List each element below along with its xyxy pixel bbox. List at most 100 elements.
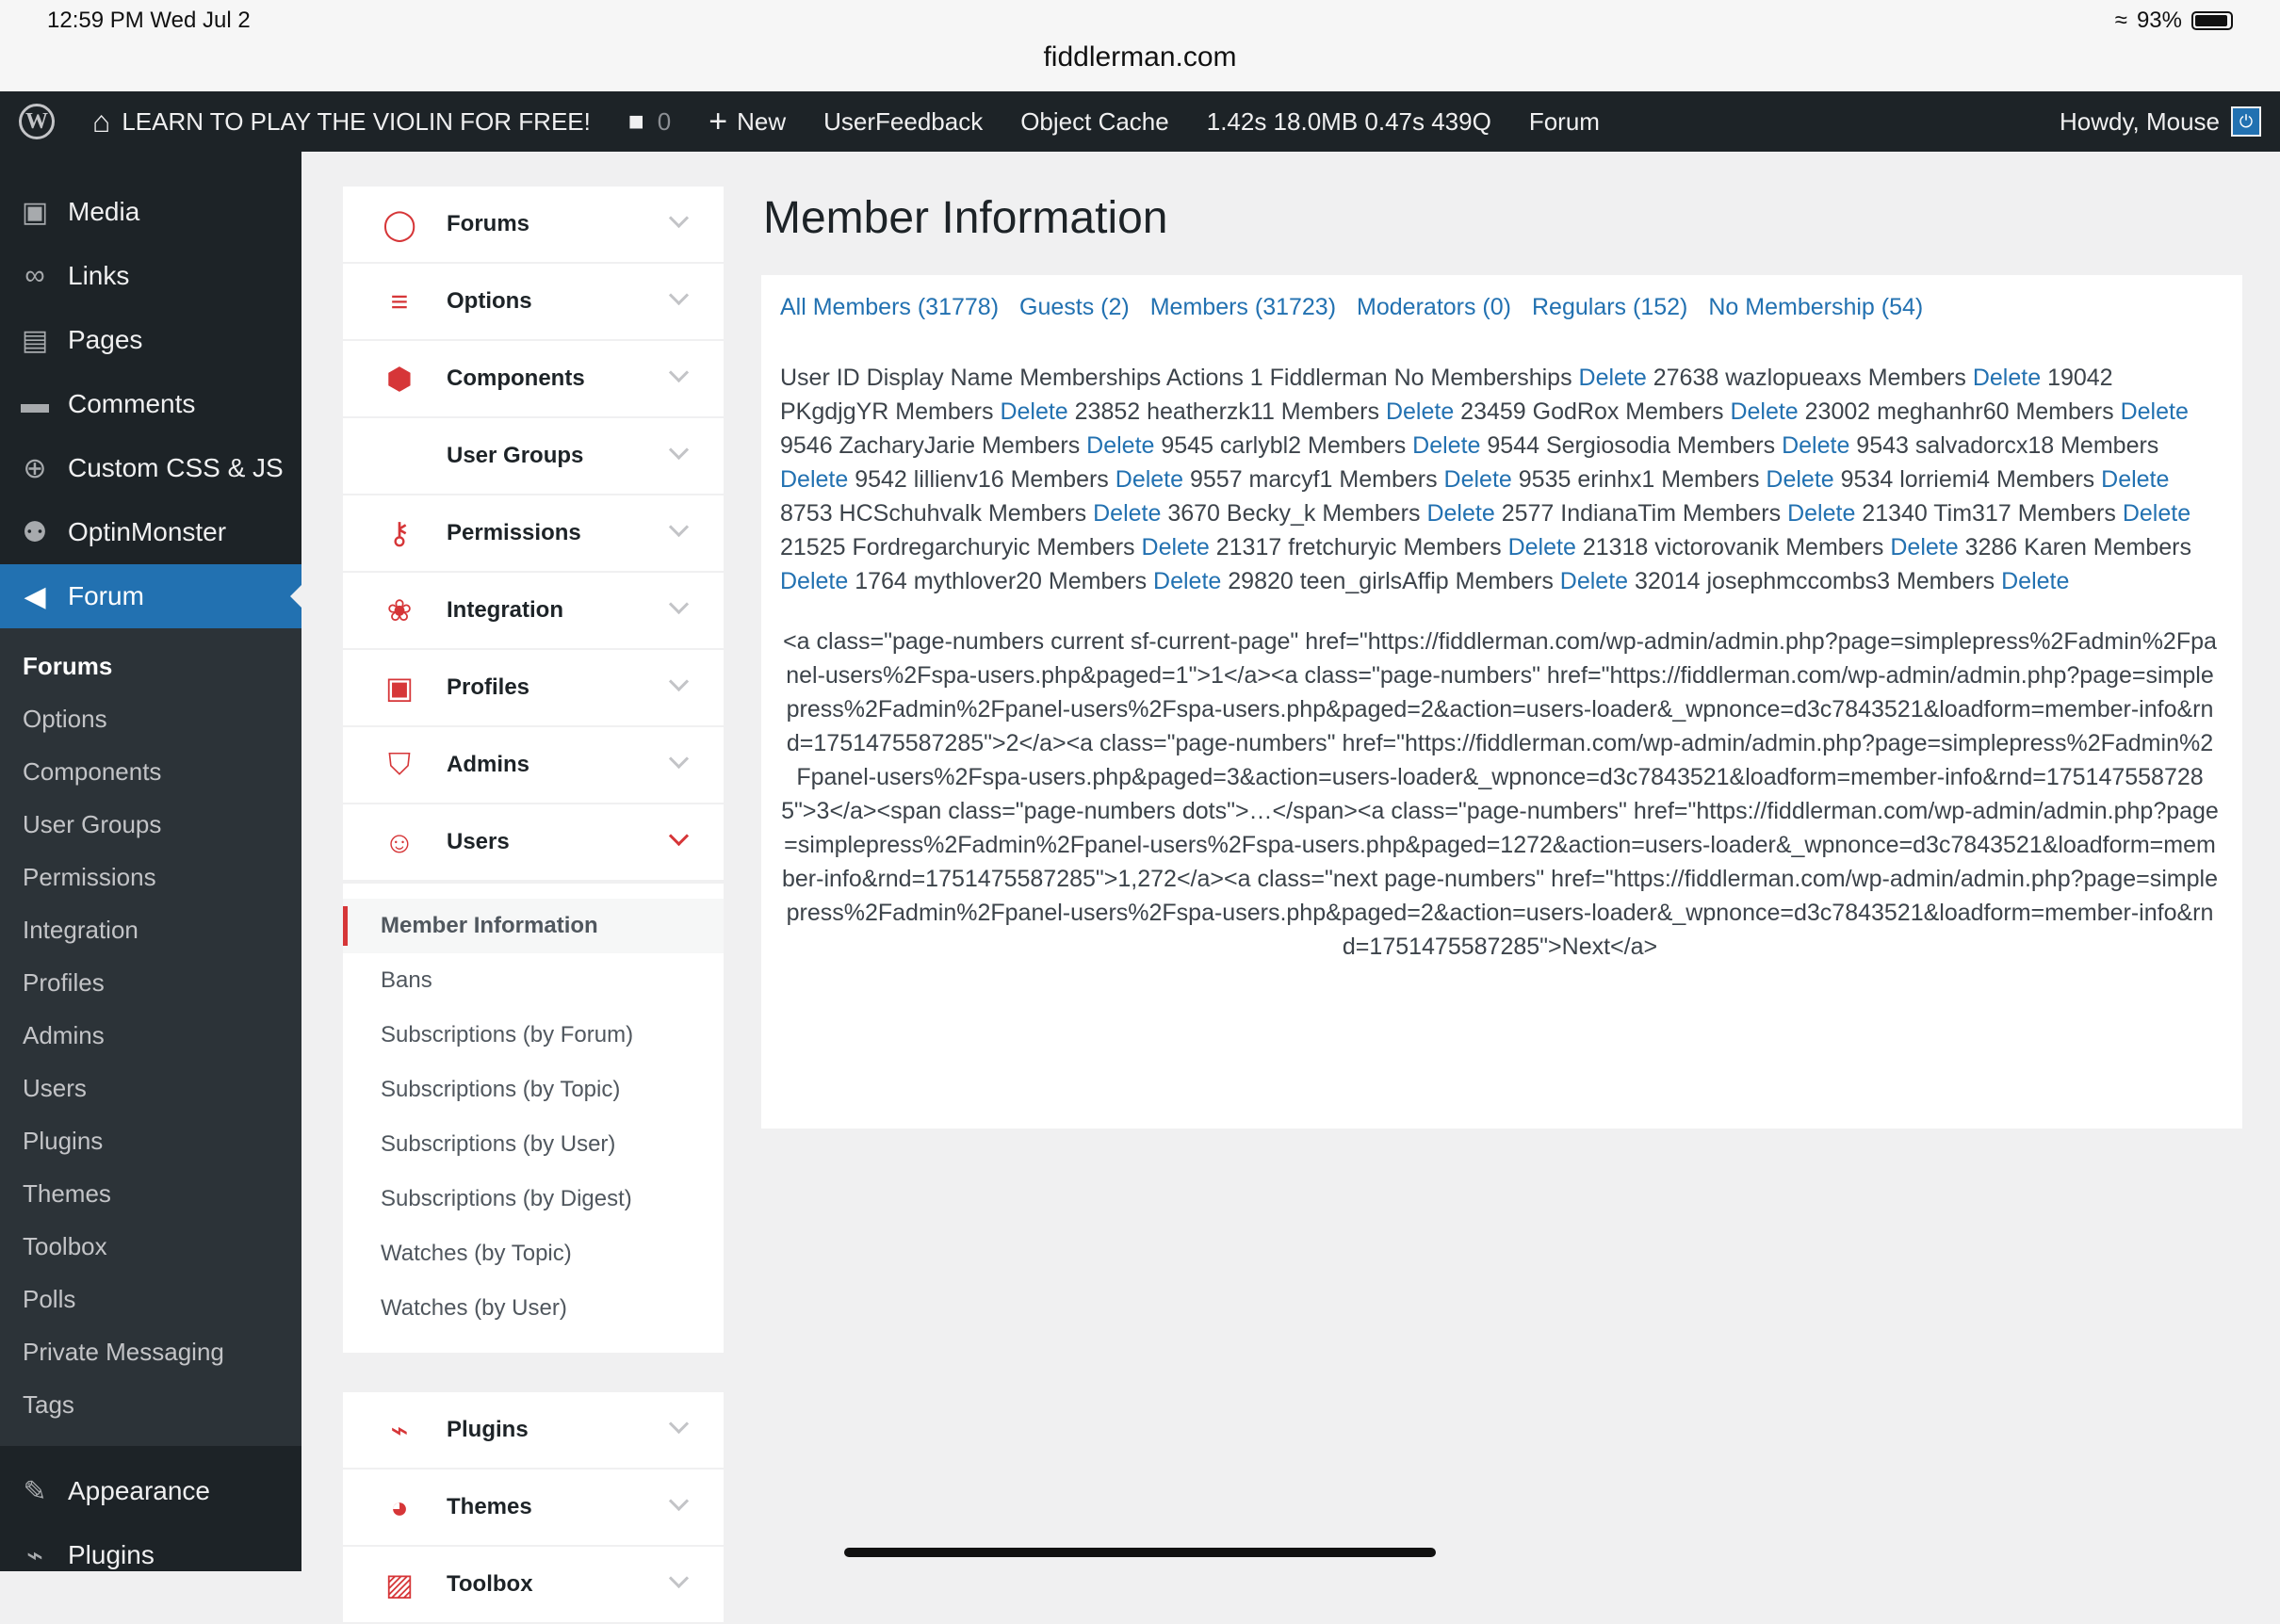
new-content-menu[interactable]: + New (690, 91, 805, 152)
chevron-down-icon (668, 671, 690, 692)
my-account-menu[interactable]: Howdy, Mouse ⏻ (2041, 91, 2280, 152)
forum-submenu-item[interactable]: User Groups (0, 798, 301, 851)
wp-menu-item[interactable]: ⚉ OptinMonster (0, 500, 301, 564)
delete-member-link[interactable]: Delete (1000, 398, 1067, 425)
wp-menu-item[interactable]: ∞ Links (0, 244, 301, 308)
delete-member-link[interactable]: Delete (1730, 398, 1798, 425)
delete-member-link[interactable]: Delete (1766, 466, 1833, 493)
forum-submenu-item[interactable]: Admins (0, 1009, 301, 1062)
nav-group-components[interactable]: ⬢ Components (343, 341, 724, 418)
nav-group-toolbox[interactable]: ▨ Toolbox (343, 1547, 724, 1624)
delete-member-link[interactable]: Delete (2101, 466, 2169, 493)
member-entry: 3670 Becky_k Members (1167, 500, 1421, 527)
delete-member-link[interactable]: Delete (1412, 432, 1480, 459)
nav-group-integration[interactable]: ❀ Integration (343, 573, 724, 650)
object-cache-menu[interactable]: Object Cache (1002, 91, 1188, 152)
delete-member-link[interactable]: Delete (2001, 568, 2069, 594)
delete-member-link[interactable]: Delete (1153, 568, 1221, 594)
nav-group-profiles[interactable]: ▣ Profiles (343, 650, 724, 727)
member-filter-link[interactable]: Members (31723) (1150, 294, 1336, 321)
page-title: Member Information (763, 193, 1168, 243)
delete-member-link[interactable]: Delete (1508, 534, 1576, 560)
delete-member-link[interactable]: Delete (1787, 500, 1855, 527)
delete-member-link[interactable]: Delete (1426, 500, 1494, 527)
wp-logo-menu[interactable]: W (0, 91, 73, 152)
cubes-icon: ⬢ (386, 362, 413, 396)
forum-submenu-item[interactable]: Toolbox (0, 1220, 301, 1273)
member-entry: 9557 marcyf1 Members (1189, 466, 1438, 493)
delete-member-link[interactable]: Delete (780, 466, 848, 493)
forum-submenu-item[interactable]: Components (0, 745, 301, 798)
wp-menu-item[interactable]: ▣ Media (0, 180, 301, 244)
forum-submenu-item[interactable]: Options (0, 692, 301, 745)
nav-group-themes[interactable]: ◕ Themes (343, 1470, 724, 1547)
delete-member-link[interactable]: Delete (1093, 500, 1161, 527)
nav-group-label: Users (447, 829, 510, 854)
nav-group-admins[interactable]: ⛉ Admins (343, 727, 724, 804)
forum-submenu-item[interactable]: Private Messaging (0, 1325, 301, 1378)
site-name-link[interactable]: ⌂ LEARN TO PLAY THE VIOLIN FOR FREE! (73, 91, 610, 152)
comments-count: 0 (657, 106, 672, 136)
nav-group-forums[interactable]: ◯ Forums (343, 187, 724, 264)
forum-submenu-item[interactable]: Polls (0, 1273, 301, 1325)
nav-group-label: Admins (447, 752, 530, 777)
address-bar[interactable]: fiddlerman.com (0, 41, 2280, 73)
nav-group-users[interactable]: ☺ Users (343, 804, 724, 882)
wp-menu-item[interactable]: ⌁ Plugins (0, 1523, 301, 1571)
member-entry: 1764 mythlover20 Members (855, 568, 1148, 594)
delete-member-link[interactable]: Delete (1560, 568, 1628, 594)
member-entry: 1 Fiddlerman No Memberships (1249, 365, 1572, 391)
nav-group-user-groups[interactable]: User Groups (343, 418, 724, 495)
forum-submenu-item[interactable]: Themes (0, 1167, 301, 1220)
delete-member-link[interactable]: Delete (1782, 432, 1849, 459)
nav-group-options[interactable]: ≡ Options (343, 264, 724, 341)
chevron-down-icon (668, 362, 690, 383)
comments-link[interactable]: ■ 0 (610, 91, 690, 152)
delete-member-link[interactable]: Delete (1142, 534, 1210, 560)
member-filter-link[interactable]: No Membership (54) (1708, 294, 1923, 321)
delete-member-link[interactable]: Delete (2121, 398, 2189, 425)
plug-icon: ⌁ (390, 1413, 409, 1447)
forum-submenu-item[interactable]: Forums (0, 640, 301, 692)
users-subnav-item[interactable]: Member Information (343, 899, 724, 953)
wp-menu-item[interactable]: ▬ Comments (0, 372, 301, 436)
wp-menu-item[interactable]: ▤ Pages (0, 308, 301, 372)
delete-member-link[interactable]: Delete (1116, 466, 1183, 493)
users-subnav-item[interactable]: Subscriptions (by Forum) (343, 1008, 724, 1063)
query-monitor-menu[interactable]: 1.42s 18.0MB 0.47s 439Q (1188, 91, 1510, 152)
forum-submenu-item[interactable]: Users (0, 1062, 301, 1114)
forum-submenu-item[interactable]: Integration (0, 903, 301, 956)
users-subnav-item[interactable]: Subscriptions (by Topic) (343, 1063, 724, 1117)
forum-submenu-item[interactable]: Tags (0, 1378, 301, 1431)
delete-member-link[interactable]: Delete (1086, 432, 1154, 459)
users-subnav-item[interactable]: Bans (343, 953, 724, 1008)
users-subnav-item[interactable]: Watches (by User) (343, 1281, 724, 1336)
delete-member-link[interactable]: Delete (1444, 466, 1512, 493)
nav-group-plugins[interactable]: ⌁ Plugins (343, 1392, 724, 1470)
forum-submenu-item[interactable]: Plugins (0, 1114, 301, 1167)
home-indicator (844, 1548, 1436, 1557)
delete-member-link[interactable]: Delete (1890, 534, 1958, 560)
forum-submenu-item[interactable]: Profiles (0, 956, 301, 1009)
delete-member-link[interactable]: Delete (1579, 365, 1647, 391)
delete-member-link[interactable]: Delete (1386, 398, 1454, 425)
users-subnav-item[interactable]: Subscriptions (by Digest) (343, 1172, 724, 1226)
wp-menu-item[interactable]: ✎ Appearance (0, 1459, 301, 1523)
userfeedback-menu[interactable]: UserFeedback (805, 91, 1002, 152)
delete-member-link[interactable]: Delete (1973, 365, 2041, 391)
sliders-icon: ≡ (390, 284, 409, 318)
member-filter-link[interactable]: Moderators (0) (1357, 294, 1511, 321)
nav-group-permissions[interactable]: ⚷ Permissions (343, 495, 724, 573)
users-subnav-item[interactable]: Subscriptions (by User) (343, 1117, 724, 1172)
forum-menu[interactable]: Forum (1510, 91, 1619, 152)
users-subnav-item[interactable]: Watches (by Topic) (343, 1226, 724, 1281)
forum-submenu-item[interactable]: Permissions (0, 851, 301, 903)
delete-member-link[interactable]: Delete (2123, 500, 2190, 527)
wp-menu-item[interactable]: ◀ Forum (0, 564, 301, 628)
member-filter-link[interactable]: All Members (31778) (780, 294, 999, 321)
wp-menu-item[interactable]: ⊕ Custom CSS & JS (0, 436, 301, 500)
member-entry: 32014 josephmccombs3 Members (1635, 568, 1995, 594)
member-filter-link[interactable]: Regulars (152) (1532, 294, 1687, 321)
member-filter-link[interactable]: Guests (2) (1019, 294, 1130, 321)
delete-member-link[interactable]: Delete (780, 568, 848, 594)
